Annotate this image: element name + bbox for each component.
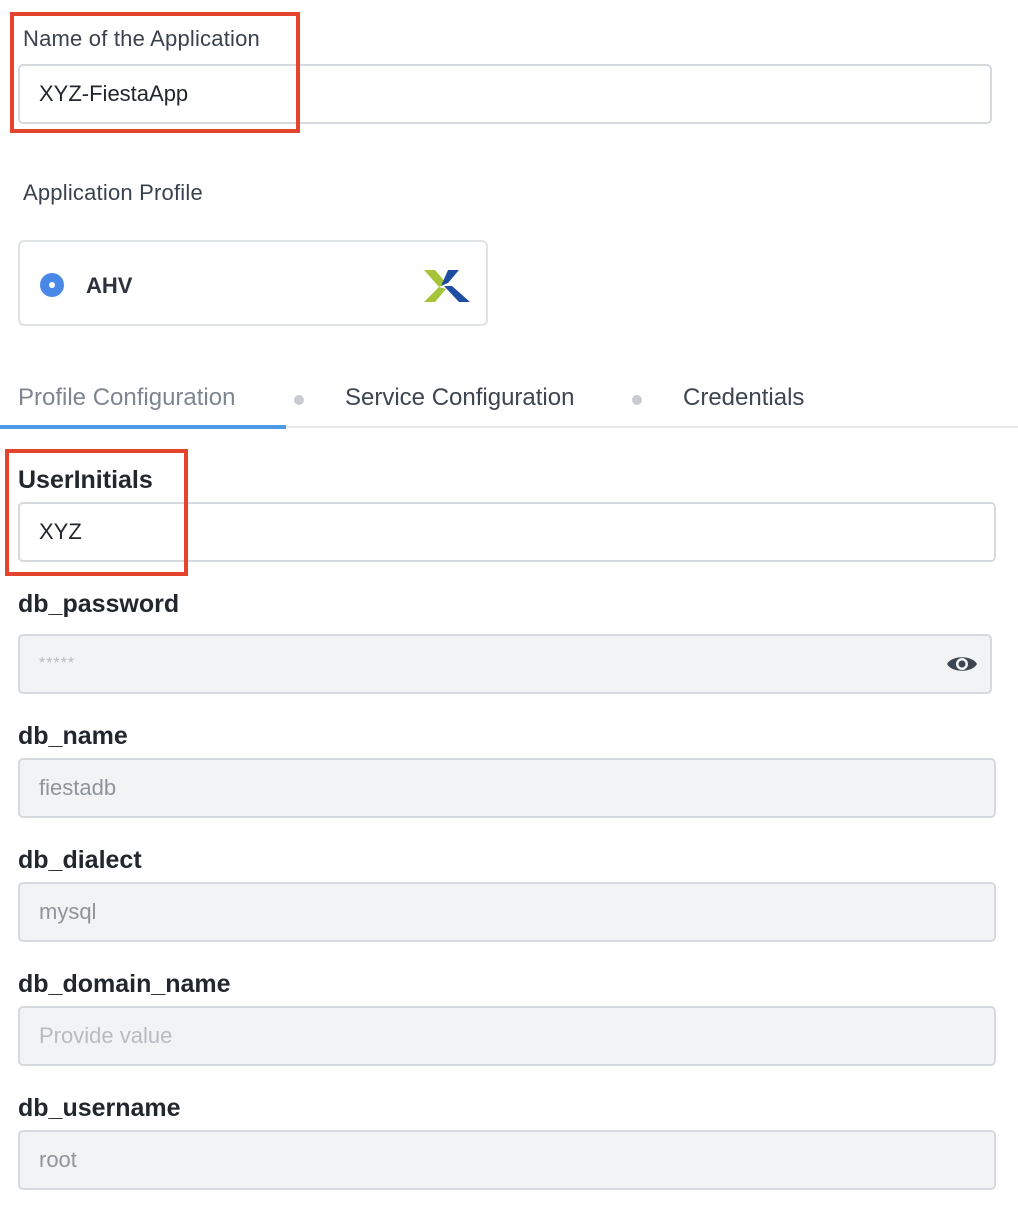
eye-icon[interactable] bbox=[946, 653, 978, 675]
db-username-value: root bbox=[39, 1147, 77, 1172]
db-name-value: fiestadb bbox=[39, 775, 117, 800]
db-domain-name-input[interactable]: Provide value bbox=[18, 1006, 996, 1066]
tab-separator-dot bbox=[632, 395, 642, 405]
app-profile-label: Application Profile bbox=[23, 180, 203, 205]
radio-selected-icon[interactable] bbox=[40, 273, 64, 297]
active-tab-indicator bbox=[0, 425, 286, 429]
db-password-value: ***** bbox=[39, 655, 76, 672]
profile-option-label: AHV bbox=[86, 273, 133, 298]
db-name-label: db_name bbox=[18, 722, 128, 750]
db-dialect-value: mysql bbox=[39, 899, 97, 924]
db-username-label: db_username bbox=[18, 1094, 181, 1122]
db-domain-name-label: db_domain_name bbox=[18, 970, 231, 998]
db-username-input[interactable]: root bbox=[18, 1130, 996, 1190]
db-domain-name-placeholder: Provide value bbox=[39, 1023, 173, 1048]
tab-service-configuration[interactable]: Service Configuration bbox=[345, 384, 574, 412]
nutanix-x-logo-icon bbox=[424, 270, 470, 302]
db-password-label: db_password bbox=[18, 590, 180, 618]
profile-card-ahv[interactable]: AHV bbox=[18, 240, 488, 326]
db-dialect-label: db_dialect bbox=[18, 846, 142, 874]
highlight-user-initials bbox=[5, 449, 188, 576]
db-dialect-input[interactable]: mysql bbox=[18, 882, 996, 942]
tab-credentials[interactable]: Credentials bbox=[683, 384, 804, 412]
tab-separator-dot bbox=[294, 395, 304, 405]
db-name-input[interactable]: fiestadb bbox=[18, 758, 996, 818]
db-password-input[interactable]: ***** bbox=[18, 634, 992, 694]
highlight-app-name bbox=[10, 12, 300, 133]
tab-profile-configuration[interactable]: Profile Configuration bbox=[18, 384, 235, 412]
